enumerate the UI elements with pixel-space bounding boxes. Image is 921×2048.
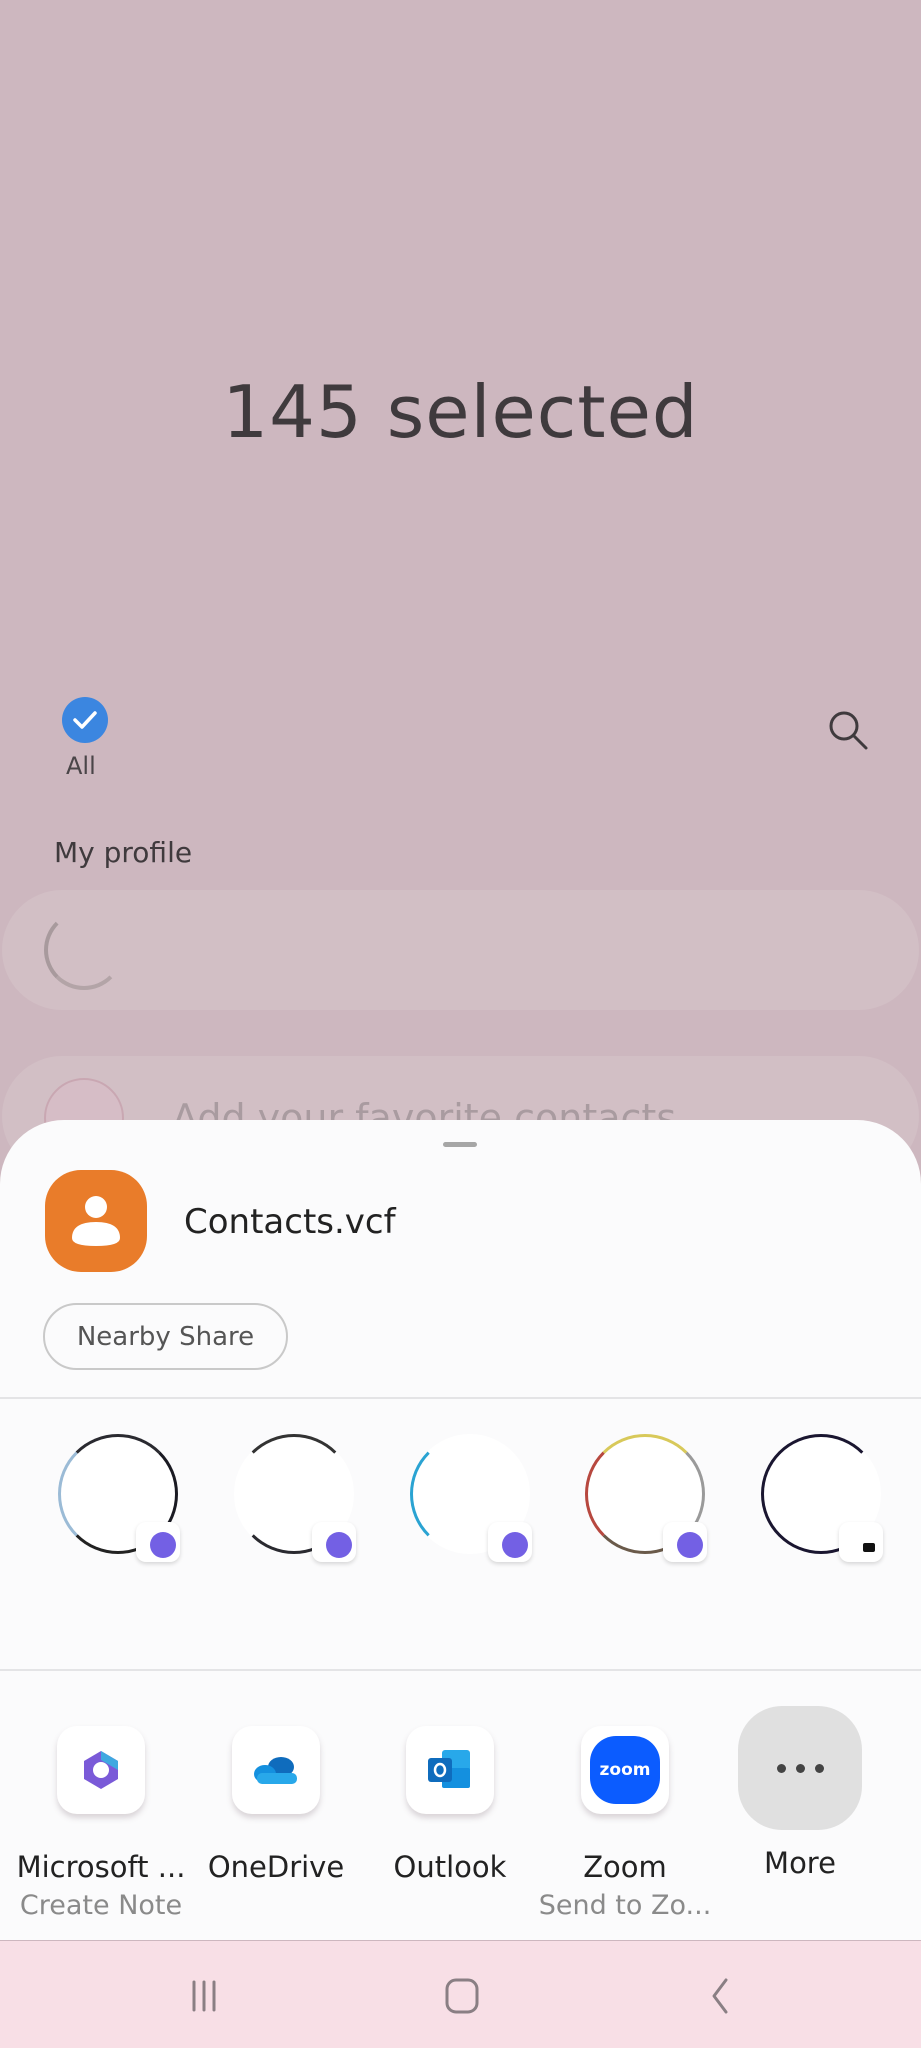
search-icon[interactable]: [826, 708, 870, 752]
app-name: Microsoft ...: [16, 1850, 186, 1884]
zoom-icon: zoom: [581, 1726, 669, 1814]
divider: [0, 1397, 921, 1399]
shared-file-name: Contacts.vcf: [184, 1202, 396, 1242]
app-target-microsoft-365[interactable]: Microsoft ... Create Note: [11, 1700, 191, 1921]
contact-person-icon: [45, 1170, 147, 1272]
direct-share-target[interactable]: [400, 1430, 532, 1570]
viber-badge-icon: [136, 1522, 180, 1562]
sheet-drag-handle[interactable]: [443, 1142, 477, 1147]
recents-icon[interactable]: [174, 1971, 234, 2021]
direct-share-target[interactable]: [575, 1430, 707, 1570]
selection-count-title: 145 selected: [222, 370, 699, 454]
zoom-logo-text: zoom: [590, 1736, 660, 1804]
app-name: Outlook: [393, 1850, 507, 1884]
viber-badge-icon: [312, 1522, 356, 1562]
system-navigation-bar: [0, 1941, 921, 2048]
app-subtitle: Create Note: [19, 1890, 183, 1921]
divider: [0, 1669, 921, 1671]
app-share-row: Microsoft ... Create Note OneDrive Outlo…: [0, 1700, 921, 1921]
direct-share-target[interactable]: [48, 1430, 180, 1570]
home-icon[interactable]: [431, 1971, 491, 2021]
direct-share-target[interactable]: [751, 1430, 883, 1570]
direct-share-target[interactable]: [224, 1430, 356, 1570]
more-icon: [738, 1706, 862, 1830]
outlook-icon: [406, 1726, 494, 1814]
checkmark-icon: [73, 711, 97, 729]
loading-spinner-icon: [44, 910, 124, 990]
nearby-share-button[interactable]: Nearby Share: [43, 1303, 288, 1370]
more-apps-button[interactable]: More: [710, 1700, 890, 1880]
select-all-checkbox[interactable]: [62, 697, 108, 743]
viber-badge-icon: [488, 1522, 532, 1562]
select-all-label: All: [66, 752, 96, 780]
app-name: More: [764, 1846, 836, 1880]
onedrive-icon: [232, 1726, 320, 1814]
app-target-outlook[interactable]: Outlook: [360, 1700, 540, 1884]
back-icon[interactable]: [690, 1971, 750, 2021]
messages-badge-icon: [839, 1522, 883, 1562]
direct-share-row: [0, 1430, 921, 1570]
app-name: OneDrive: [207, 1850, 345, 1884]
app-target-zoom[interactable]: zoom Zoom Send to Zo...: [535, 1700, 715, 1921]
app-target-onedrive[interactable]: OneDrive: [186, 1700, 366, 1884]
my-profile-card[interactable]: [2, 890, 919, 1010]
viber-badge-icon: [663, 1522, 707, 1562]
microsoft-365-icon: [57, 1726, 145, 1814]
my-profile-heading: My profile: [54, 836, 193, 869]
app-subtitle: Send to Zo...: [538, 1890, 712, 1921]
app-name: Zoom: [583, 1850, 667, 1884]
